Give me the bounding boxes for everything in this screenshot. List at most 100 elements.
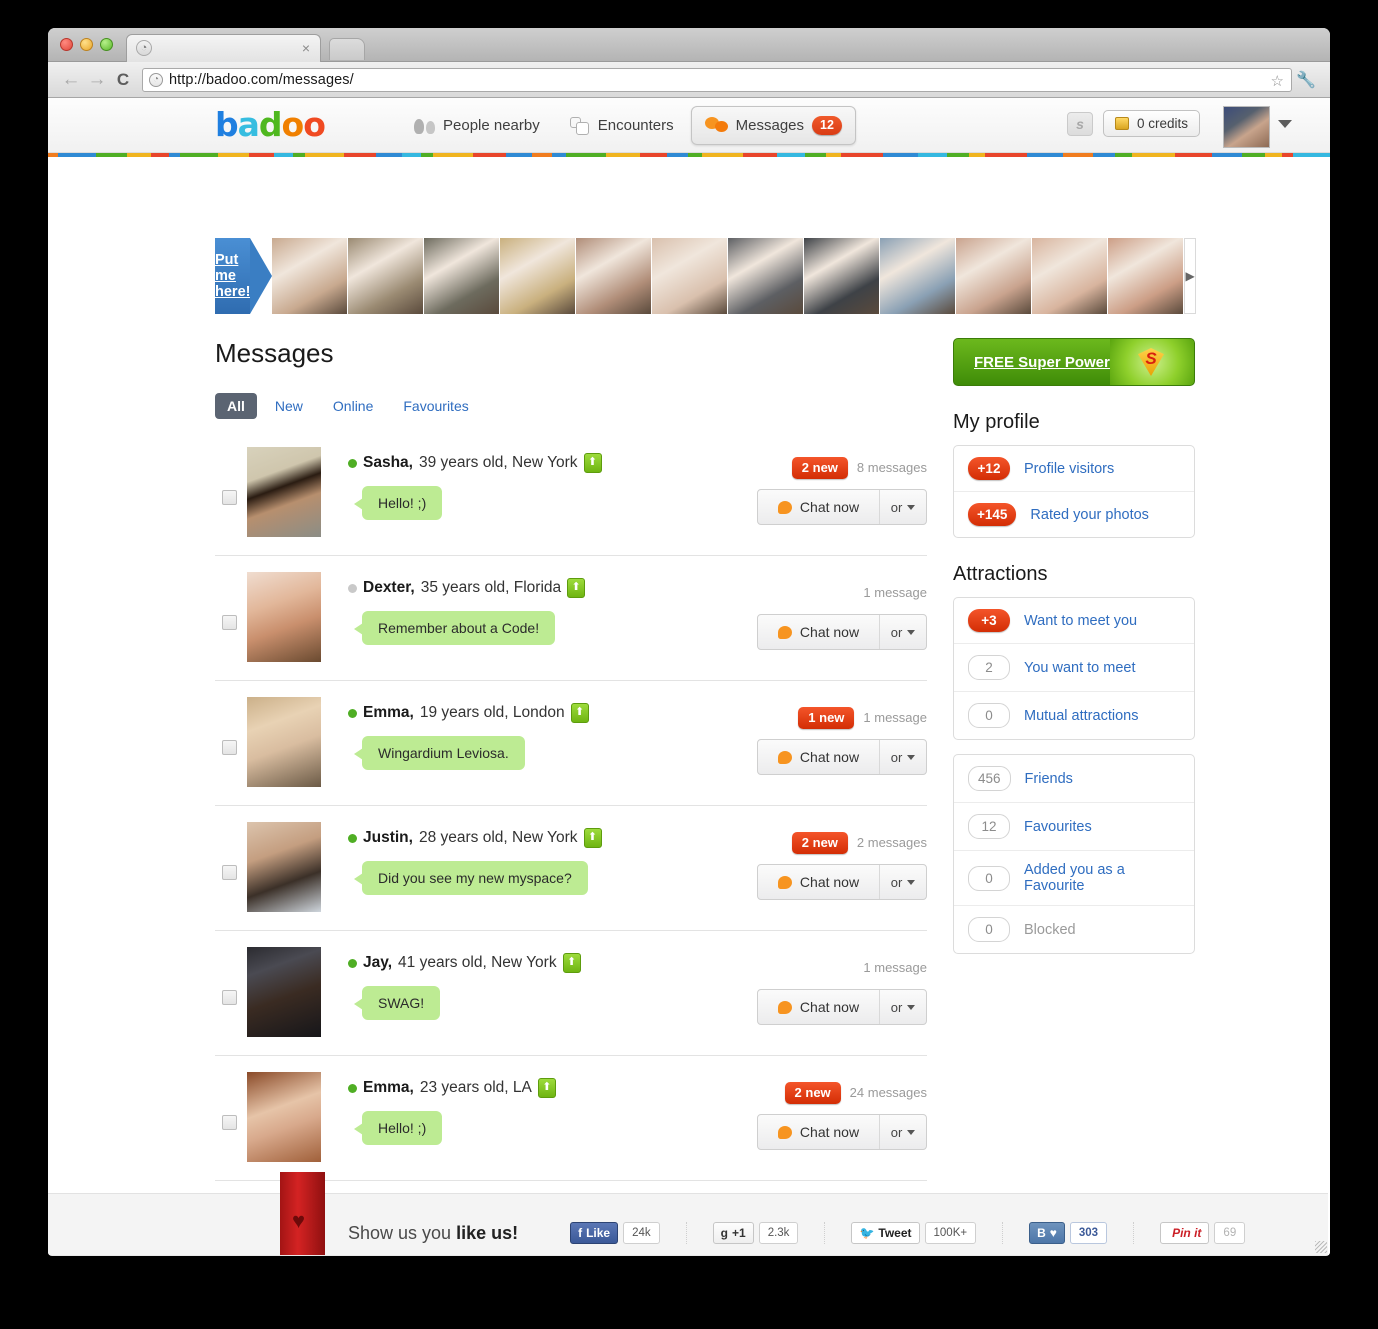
- sidebar-row[interactable]: +12 Profile visitors: [954, 446, 1194, 492]
- photo-thumb[interactable]: [1032, 238, 1108, 314]
- photo-thumb[interactable]: [880, 238, 956, 314]
- sidebar-row-label[interactable]: Blocked: [1024, 922, 1076, 938]
- nav-messages[interactable]: Messages 12: [690, 106, 856, 145]
- forward-button[interactable]: →: [84, 70, 110, 89]
- chat-now-dropdown[interactable]: or: [879, 1115, 926, 1149]
- row-avatar[interactable]: [247, 1072, 321, 1162]
- row-avatar[interactable]: [247, 947, 321, 1037]
- address-bar[interactable]: ◔ http://badoo.com/messages/ ☆: [142, 67, 1292, 92]
- photo-upload-icon[interactable]: ⬆: [570, 703, 589, 723]
- close-tab-icon[interactable]: ×: [302, 41, 310, 55]
- photo-upload-icon[interactable]: ⬆: [562, 953, 581, 973]
- close-window-button[interactable]: [60, 38, 73, 51]
- sidebar-row-label[interactable]: You want to meet: [1024, 660, 1136, 676]
- photo-thumb[interactable]: [500, 238, 576, 314]
- photo-thumb[interactable]: [424, 238, 500, 314]
- badoo-share-button[interactable]: B ♥: [1029, 1222, 1065, 1244]
- super-powers-icon-button[interactable]: s: [1066, 111, 1093, 136]
- chat-now-dropdown[interactable]: or: [879, 490, 926, 524]
- reload-button[interactable]: C: [110, 71, 136, 88]
- photo-thumb[interactable]: [652, 238, 728, 314]
- chat-now-dropdown[interactable]: or: [879, 865, 926, 899]
- chat-now-button[interactable]: Chat now or: [757, 864, 927, 900]
- message-bubble[interactable]: SWAG!: [353, 986, 441, 1020]
- message-row[interactable]: Jay, 41 years old, New York ⬆ SWAG! 1 messag…: [215, 931, 927, 1056]
- photo-thumb[interactable]: [728, 238, 804, 314]
- message-bubble[interactable]: Hello! ;): [353, 486, 443, 520]
- photo-upload-icon[interactable]: ⬆: [537, 1078, 556, 1098]
- user-avatar[interactable]: [1223, 106, 1270, 148]
- sidebar-row[interactable]: 0 Mutual attractions: [954, 692, 1194, 739]
- row-checkbox[interactable]: [222, 615, 237, 630]
- bookmark-star-icon[interactable]: ☆: [1271, 72, 1284, 90]
- maximize-window-button[interactable]: [100, 38, 113, 51]
- sidebar-row-label[interactable]: Mutual attractions: [1024, 708, 1138, 724]
- message-row[interactable]: Emma, 19 years old, London ⬆ Wingardium Lev…: [215, 681, 927, 806]
- chat-now-button[interactable]: Chat now or: [757, 989, 927, 1025]
- photo-strip-next-arrow-icon[interactable]: ▶: [1184, 238, 1196, 314]
- filter-favourites[interactable]: Favourites: [391, 393, 480, 419]
- chat-now-button[interactable]: Chat now or: [757, 489, 927, 525]
- sidebar-row[interactable]: +3 Want to meet you: [954, 598, 1194, 644]
- back-button[interactable]: ←: [58, 70, 84, 89]
- sidebar-row[interactable]: 12 Favourites: [954, 803, 1194, 851]
- twitter-share-button[interactable]: 🐦 Tweet: [851, 1222, 920, 1244]
- free-super-powers-banner[interactable]: FREE Super Powers! S: [953, 338, 1195, 386]
- message-bubble[interactable]: Hello! ;): [353, 1111, 443, 1145]
- chat-now-dropdown[interactable]: or: [879, 740, 926, 774]
- googleplus-share-button[interactable]: g +1: [712, 1222, 754, 1244]
- row-checkbox[interactable]: [222, 1115, 237, 1130]
- message-row[interactable]: Justin, 28 years old, New York ⬆ Did you se…: [215, 806, 927, 931]
- credits-button[interactable]: 0 credits: [1102, 110, 1200, 137]
- badoo-logo[interactable]: badoo: [215, 108, 326, 142]
- photo-thumb[interactable]: [576, 238, 652, 314]
- row-avatar[interactable]: [247, 572, 321, 662]
- sidebar-row-label[interactable]: Rated your photos: [1030, 507, 1149, 523]
- window-resize-grip[interactable]: [1315, 1241, 1327, 1253]
- photo-thumb[interactable]: [272, 238, 348, 314]
- message-bubble[interactable]: Wingardium Leviosa.: [354, 736, 525, 770]
- sidebar-row[interactable]: +145 Rated your photos: [954, 492, 1194, 537]
- sidebar-row-label[interactable]: Friends: [1025, 771, 1073, 787]
- new-tab-button[interactable]: [329, 38, 365, 60]
- row-checkbox[interactable]: [222, 740, 237, 755]
- sidebar-row-label[interactable]: Added you as a Favourite: [1024, 862, 1180, 894]
- nav-people-nearby[interactable]: People nearby: [401, 106, 553, 145]
- photo-upload-icon[interactable]: ⬆: [583, 828, 602, 848]
- window-controls[interactable]: [60, 38, 113, 51]
- message-bubble[interactable]: Remember about a Code!: [353, 611, 556, 645]
- put-me-here-button[interactable]: Put me here!: [215, 238, 274, 314]
- row-checkbox[interactable]: [222, 865, 237, 880]
- photo-thumb[interactable]: [1108, 238, 1184, 314]
- sidebar-row[interactable]: 0 Added you as a Favourite: [954, 851, 1194, 906]
- photo-upload-icon[interactable]: ⬆: [583, 453, 602, 473]
- photo-upload-icon[interactable]: ⬆: [567, 578, 586, 598]
- message-row[interactable]: Dexter, 35 years old, Florida ⬆ Remember ab…: [215, 556, 927, 681]
- sidebar-row-label[interactable]: Want to meet you: [1024, 613, 1137, 629]
- chat-now-main[interactable]: Chat now: [758, 1115, 879, 1149]
- chat-now-button[interactable]: Chat now or: [757, 1114, 927, 1150]
- photo-thumb[interactable]: [348, 238, 424, 314]
- row-avatar[interactable]: [247, 447, 321, 537]
- photo-thumb[interactable]: [804, 238, 880, 314]
- row-avatar[interactable]: [247, 822, 321, 912]
- chat-now-main[interactable]: Chat now: [758, 865, 879, 899]
- browser-tab[interactable]: ◔ ×: [126, 34, 321, 63]
- facebook-share-button[interactable]: f Like: [570, 1222, 619, 1244]
- sidebar-row[interactable]: 2 You want to meet: [954, 644, 1194, 692]
- chat-now-button[interactable]: Chat now or: [757, 739, 927, 775]
- sidebar-row[interactable]: 456 Friends: [954, 755, 1194, 803]
- message-row[interactable]: Sasha, 39 years old, New York ⬆ Hello! ;) 2 …: [215, 441, 927, 556]
- sidebar-row-label[interactable]: Favourites: [1024, 819, 1092, 835]
- minimize-window-button[interactable]: [80, 38, 93, 51]
- user-menu-caret-icon[interactable]: [1278, 120, 1292, 128]
- pinterest-share-button[interactable]: Pin it: [1160, 1222, 1210, 1244]
- filter-online[interactable]: Online: [321, 393, 385, 419]
- row-checkbox[interactable]: [222, 490, 237, 505]
- filter-new[interactable]: New: [263, 393, 315, 419]
- row-avatar[interactable]: [247, 697, 321, 787]
- nav-encounters[interactable]: Encounters: [557, 106, 687, 145]
- chat-now-dropdown[interactable]: or: [879, 615, 926, 649]
- chat-now-dropdown[interactable]: or: [879, 990, 926, 1024]
- row-checkbox[interactable]: [222, 990, 237, 1005]
